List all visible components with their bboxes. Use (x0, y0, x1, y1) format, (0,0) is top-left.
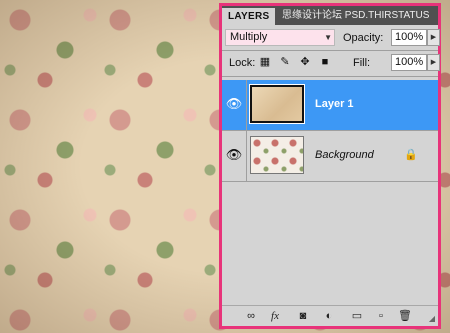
fill-input[interactable]: 100% (391, 54, 427, 71)
delete-trash-icon[interactable]: 🗑 (398, 309, 412, 323)
eye-visibility-icon[interactable]: 👁 (225, 93, 243, 115)
divider (246, 80, 247, 130)
divider (222, 50, 438, 51)
new-layer-icon[interactable]: ▫ (374, 309, 388, 323)
lock-fill-row: Lock: ▦ ✎ ✥ ■ Fill: 100% ▶ (225, 53, 440, 73)
tab-layers[interactable]: LAYERS (222, 8, 276, 25)
layers-bottom-toolbar: ∞ fx ◙ ◐ ▭ ▫ 🗑 ◢ (222, 305, 438, 326)
fill-label: Fill: (353, 57, 371, 69)
opacity-label: Opacity: (343, 32, 384, 44)
divider (222, 181, 438, 182)
opacity-slider-arrow-icon[interactable]: ▶ (427, 29, 440, 46)
layer-thumbnail (250, 136, 304, 174)
adjustment-layer-icon[interactable]: ◐ (322, 309, 336, 323)
group-folder-icon[interactable]: ▭ (350, 309, 364, 323)
chevron-down-icon: ▼ (324, 33, 332, 42)
layer-name: Layer 1 (315, 98, 354, 110)
divider (222, 76, 438, 77)
opacity-input[interactable]: 100% (391, 29, 427, 46)
resize-grip-icon[interactable]: ◢ (429, 314, 435, 323)
add-mask-icon[interactable]: ◙ (296, 309, 310, 323)
watermark-text: 思缘设计论坛 PSD.THIRSTATUS (282, 10, 430, 21)
blend-mode-select[interactable]: Multiply ▼ (225, 29, 335, 46)
layers-panel: LAYERS 思缘设计论坛 PSD.THIRSTATUS Multiply ▼ … (219, 3, 441, 329)
lock-transparent-pixels-icon[interactable]: ▦ (259, 56, 271, 68)
lock-position-icon[interactable]: ✥ (299, 56, 311, 68)
panel-tab-bar: LAYERS 思缘设计论坛 PSD.THIRSTATUS (222, 6, 438, 25)
blend-mode-value: Multiply (230, 31, 268, 43)
eye-visibility-icon[interactable]: 👁 (225, 144, 243, 166)
layer-style-fx-icon[interactable]: fx (268, 309, 282, 323)
layer-name: Background (315, 149, 374, 161)
blend-opacity-row: Multiply ▼ Opacity: 100% ▶ (225, 28, 440, 48)
lock-label: Lock: (229, 57, 256, 69)
fill-slider-arrow-icon[interactable]: ▶ (427, 54, 440, 71)
layer-row-background[interactable]: 👁 Background 🔒 (222, 131, 438, 181)
layer-row-layer-1[interactable]: 👁 Layer 1 (222, 80, 438, 130)
link-layers-icon[interactable]: ∞ (244, 309, 258, 323)
lock-all-icon[interactable]: ■ (319, 56, 331, 68)
lock-image-pixels-icon[interactable]: ✎ (279, 56, 291, 68)
lock-icon: 🔒 (404, 149, 418, 161)
divider (246, 131, 247, 181)
layer-thumbnail (249, 84, 305, 124)
